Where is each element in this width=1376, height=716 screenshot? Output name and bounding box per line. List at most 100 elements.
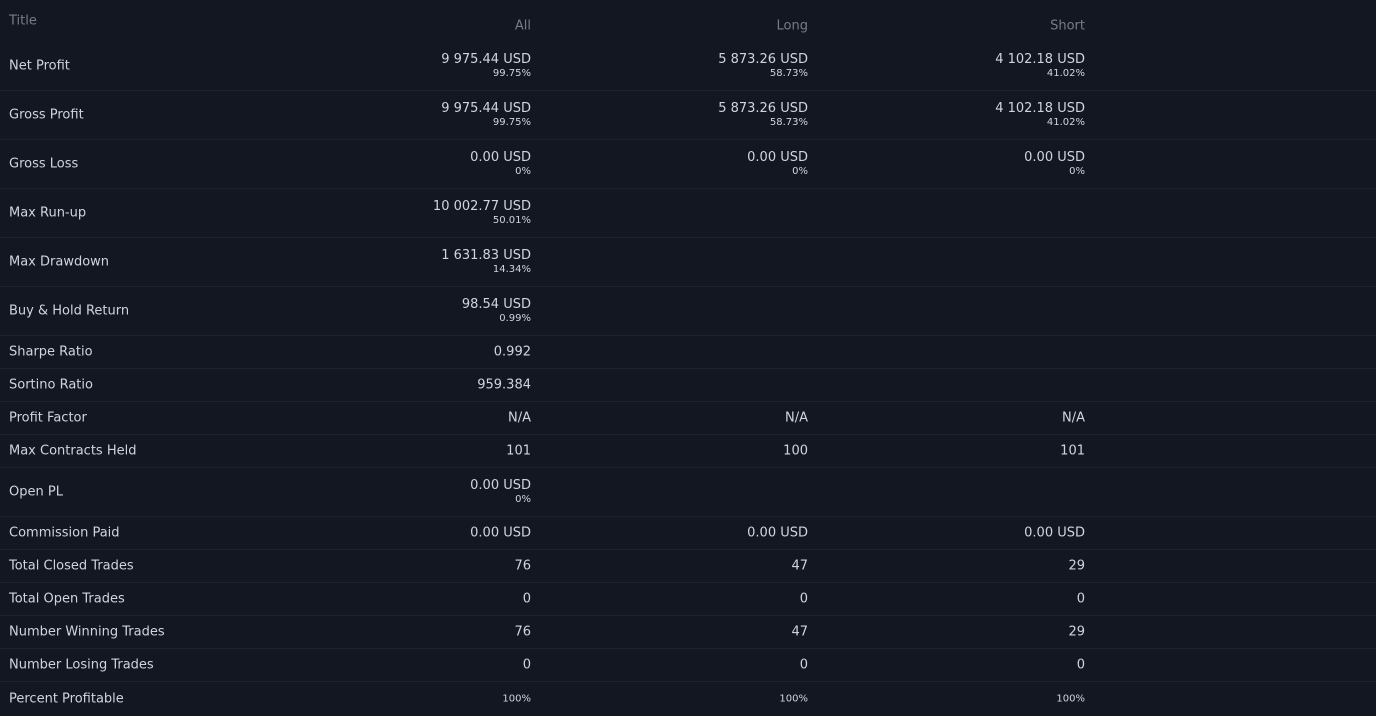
cell-value: 4 102.18 USD: [995, 52, 1085, 67]
cell-all: 0: [522, 591, 531, 607]
row-title: Number Winning Trades: [9, 624, 165, 640]
table-row: Number Winning Trades 76 47 29: [0, 616, 1376, 649]
cell-value: 1 631.83 USD: [441, 248, 531, 263]
table-row: Net Profit 9 975.44 USD 99.75% 5 873.26 U…: [0, 42, 1376, 91]
cell-all: 0.00 USD 0%: [470, 150, 531, 177]
cell-percent: 0.99%: [499, 313, 531, 324]
cell-all: 0.00 USD 0%: [470, 478, 531, 505]
cell-long: 100: [783, 443, 808, 459]
cell-long: 0.00 USD: [747, 525, 808, 541]
row-title: Sharpe Ratio: [9, 344, 93, 360]
row-title: Total Closed Trades: [9, 558, 134, 574]
row-title: Buy & Hold Return: [9, 303, 130, 319]
cell-all: 9 975.44 USD 99.75%: [441, 52, 531, 79]
table-row: Sortino Ratio 959.384: [0, 369, 1376, 402]
row-title: Max Run-up: [9, 205, 87, 221]
cell-value: 5 873.26 USD: [718, 52, 808, 67]
cell-short: 0.00 USD: [1024, 525, 1085, 541]
cell-short: 29: [1068, 558, 1085, 574]
cell-percent: 58.73%: [769, 117, 808, 128]
cell-long: 5 873.26 USD 58.73%: [718, 101, 808, 128]
table-row: Profit Factor N/A N/A N/A: [0, 402, 1376, 435]
table-row: Open PL 0.00 USD 0%: [0, 468, 1376, 517]
header-title: Title: [9, 13, 37, 29]
row-title: Number Losing Trades: [9, 657, 154, 673]
table-row: Gross Loss 0.00 USD 0% 0.00 USD 0% 0.00 US…: [0, 140, 1376, 189]
cell-short: 100%: [1056, 693, 1085, 704]
cell-short: 29: [1068, 624, 1085, 640]
cell-percent: 0%: [792, 166, 808, 177]
cell-all: 959.384: [477, 377, 531, 393]
table-row: Max Drawdown 1 631.83 USD 14.34%: [0, 238, 1376, 287]
cell-value: 10 002.77 USD: [432, 199, 531, 214]
cell-long: 5 873.26 USD 58.73%: [718, 52, 808, 79]
cell-all: 1 631.83 USD 14.34%: [441, 248, 531, 275]
cell-percent: 41.02%: [1046, 68, 1085, 79]
table-row: Gross Profit 9 975.44 USD 99.75% 5 873.26…: [0, 91, 1376, 140]
cell-all: 101: [506, 443, 531, 459]
cell-short: 101: [1060, 443, 1085, 459]
row-title: Percent Profitable: [9, 691, 124, 706]
cell-all: 9 975.44 USD 99.75%: [441, 101, 531, 128]
cell-value: 5 873.26 USD: [718, 101, 808, 116]
cell-value: 4 102.18 USD: [995, 101, 1085, 116]
header-all: All: [514, 18, 531, 34]
cell-percent: 41.02%: [1046, 117, 1085, 128]
cell-percent: 50.01%: [492, 215, 531, 226]
cell-short: 0.00 USD 0%: [1024, 150, 1085, 177]
row-title: Sortino Ratio: [9, 377, 93, 393]
cell-percent: 99.75%: [492, 117, 531, 128]
cell-percent: 0%: [515, 166, 531, 177]
row-title: Commission Paid: [9, 525, 120, 541]
cell-short: 4 102.18 USD 41.02%: [995, 101, 1085, 128]
table-row: Sharpe Ratio 0.992: [0, 336, 1376, 369]
cell-long: 100%: [779, 693, 808, 704]
table-row: Total Open Trades 0 0 0: [0, 583, 1376, 616]
cell-value: 9 975.44 USD: [441, 101, 531, 116]
table-row: Commission Paid 0.00 USD 0.00 USD 0.00 U…: [0, 517, 1376, 550]
cell-short: N/A: [1062, 410, 1085, 426]
row-title: Open PL: [9, 484, 63, 500]
table-row: Buy & Hold Return 98.54 USD 0.99%: [0, 287, 1376, 336]
cell-long: 47: [791, 558, 808, 574]
row-title: Max Contracts Held: [9, 443, 137, 459]
performance-summary-table: Title All Long Short Net Profit 9 975.44…: [0, 0, 1376, 716]
cell-long: N/A: [785, 410, 808, 426]
cell-all: 0.00 USD: [470, 525, 531, 541]
header-long: Long: [776, 18, 808, 34]
cell-percent: 99.75%: [492, 68, 531, 79]
cell-value: 98.54 USD: [461, 297, 531, 312]
cell-percent: 14.34%: [492, 264, 531, 275]
row-title: Gross Loss: [9, 156, 79, 172]
cell-all: 76: [514, 558, 531, 574]
cell-short: 4 102.18 USD 41.02%: [995, 52, 1085, 79]
cell-percent: 0%: [1069, 166, 1085, 177]
cell-value: 0.00 USD: [747, 150, 808, 165]
table-row: Max Run-up 10 002.77 USD 50.01%: [0, 189, 1376, 238]
cell-short: 0: [1076, 657, 1085, 673]
cell-all: 10 002.77 USD 50.01%: [433, 199, 531, 226]
cell-long: 0: [799, 591, 808, 607]
row-title: Gross Profit: [9, 107, 84, 123]
cell-all: 76: [514, 624, 531, 640]
header-short: Short: [1050, 18, 1085, 34]
cell-value: 9 975.44 USD: [441, 52, 531, 67]
row-title: Max Drawdown: [9, 254, 110, 270]
table-row: Number Losing Trades 0 0 0: [0, 649, 1376, 682]
cell-percent: 58.73%: [769, 68, 808, 79]
cell-all: 100%: [502, 693, 531, 704]
table-header: Title All Long Short: [0, 0, 1376, 42]
cell-all: 0: [522, 657, 531, 673]
row-title: Profit Factor: [9, 410, 87, 426]
cell-value: 0.00 USD: [470, 150, 531, 165]
table-row: Percent Profitable 100% 100% 100%: [0, 682, 1376, 715]
cell-value: 0.00 USD: [1024, 150, 1085, 165]
cell-long: 0.00 USD 0%: [747, 150, 808, 177]
cell-all: 0.992: [493, 344, 531, 360]
cell-percent: 0%: [515, 494, 531, 505]
table-row: Max Contracts Held 101 100 101: [0, 435, 1376, 468]
row-title: Net Profit: [9, 58, 70, 74]
table-row: Total Closed Trades 76 47 29: [0, 550, 1376, 583]
cell-long: 0: [799, 657, 808, 673]
cell-value: 0.00 USD: [470, 478, 531, 493]
